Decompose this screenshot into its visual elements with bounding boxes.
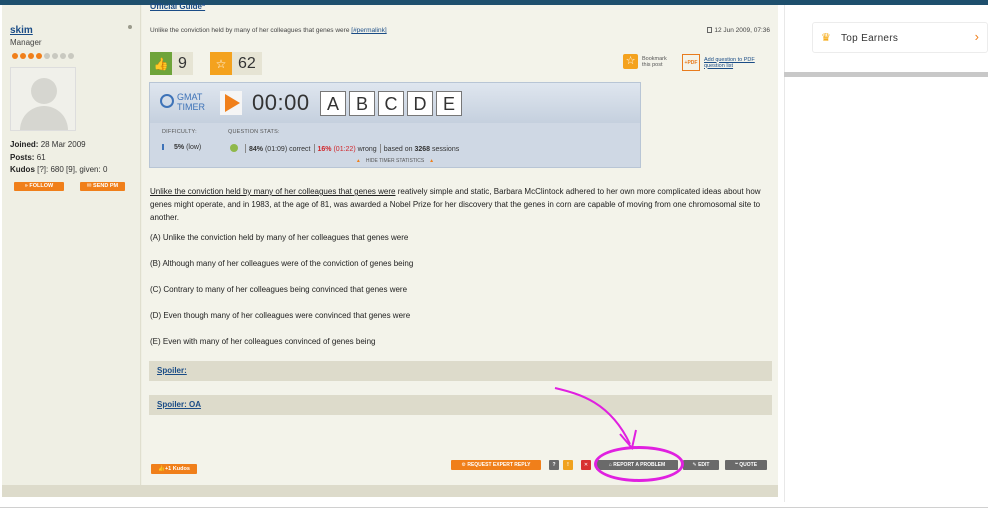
add-to-pdf[interactable]: +PDF Add question to PDF question list — [682, 54, 764, 71]
choice-d: (D) Even though many of her colleagues w… — [150, 311, 411, 320]
spoiler-oa-toggle[interactable]: Spoiler: OA — [157, 400, 201, 409]
question-stats-label: QUESTION STATS: — [228, 129, 280, 135]
permalink-link[interactable]: [#permalink] — [351, 27, 386, 34]
quote-button[interactable]: ❝ QUOTE — [725, 460, 767, 470]
gmat-timer: GMAT TIMER 00:00 A B C D E DIFFICULTY: Q… — [149, 82, 641, 168]
post-date: 12 Jun 2009, 07:36 — [707, 27, 770, 34]
send-pm-button[interactable]: ✉ SEND PM — [80, 182, 125, 191]
question-text: Unlike the conviction held by many of he… — [150, 187, 761, 222]
posts-stat: Posts: 61 — [10, 153, 46, 162]
add-to-pdf-link[interactable]: Add question to PDF question list — [704, 57, 764, 69]
kudos-button[interactable]: 👍+1 Kudos — [151, 464, 197, 474]
author-username[interactable]: skim — [10, 25, 33, 36]
difficulty-value: 5% (low) — [162, 144, 201, 151]
timer-display: 00:00 — [252, 90, 310, 115]
crown-icon: ♛ — [821, 32, 831, 44]
question-stats-value: 84% (01:09) correct 16% (01:22) wrong base… — [230, 144, 459, 153]
joined-stat: Joined: 28 Mar 2009 — [10, 140, 86, 149]
edit-button[interactable]: ✎ EDIT — [683, 460, 719, 470]
gmat-timer-logo: GMAT TIMER — [160, 90, 205, 116]
timer-statistics: DIFFICULTY: QUESTION STATS: 5% (low) 84%… — [150, 123, 640, 167]
post-body: Official Guide* Unlike the conviction he… — [142, 2, 778, 485]
likes-counter[interactable]: 👍 9 — [150, 52, 193, 75]
bookmark-star-icon: ☆ — [623, 54, 638, 69]
answer-c-button[interactable]: C — [378, 91, 404, 116]
thumbs-up-icon: 👍 — [150, 52, 172, 75]
difficulty-bars-icon — [162, 144, 172, 150]
annotation-circle — [594, 446, 684, 482]
choice-a: (A) Unlike the conviction held by many o… — [150, 233, 409, 242]
document-icon — [707, 27, 713, 33]
chevron-right-icon: › — [974, 29, 979, 44]
avatar[interactable] — [10, 67, 76, 131]
top-earners-label: Top Earners — [841, 33, 899, 44]
choice-c: (C) Contrary to many of her colleagues b… — [150, 285, 408, 294]
author-sidebar: skim Manager Joined: 28 Mar 2009 Posts: … — [2, 5, 141, 485]
kudos-stat: Kudos [?]: 680 [9], given: 0 — [10, 165, 108, 174]
author-role: Manager — [10, 38, 42, 47]
choice-e: (E) Even with many of her colleagues con… — [150, 337, 376, 346]
answer-d-button[interactable]: D — [407, 91, 433, 116]
spoiler-box: Spoiler: — [149, 361, 772, 381]
play-button[interactable] — [220, 91, 242, 115]
page-bottom-line — [0, 507, 988, 508]
difficulty-label: DIFFICULTY: — [162, 129, 197, 135]
pdf-icon: +PDF — [682, 54, 700, 71]
stats-pie-icon — [230, 144, 238, 152]
follow-button[interactable]: » FOLLOW — [14, 182, 64, 191]
rank-dots — [12, 53, 74, 59]
top-earners-card[interactable]: ♛ Top Earners › — [812, 22, 988, 53]
choice-b: (B) Although many of her colleagues were… — [150, 259, 414, 268]
post-subject: Unlike the conviction held by many of he… — [150, 27, 387, 34]
post-footer-bar — [2, 485, 778, 497]
favorites-counter[interactable]: ☆ 62 — [210, 52, 262, 75]
online-status-icon — [128, 25, 132, 29]
answer-e-button[interactable]: E — [436, 91, 462, 116]
request-expert-reply-button[interactable]: ⚙ REQUEST EXPERT REPLY — [451, 460, 541, 470]
official-guide-link[interactable]: Official Guide* — [150, 2, 205, 11]
right-column-border — [784, 5, 785, 502]
forum-post: skim Manager Joined: 28 Mar 2009 Posts: … — [2, 2, 778, 485]
spoiler-toggle[interactable]: Spoiler: — [157, 366, 187, 375]
answer-a-button[interactable]: A — [320, 91, 346, 116]
right-divider — [784, 72, 988, 77]
stopwatch-icon — [160, 94, 174, 108]
spoiler-oa-box: Spoiler: OA — [149, 395, 772, 415]
bookmark-button[interactable]: ☆ Bookmark this post — [623, 54, 674, 69]
answer-b-button[interactable]: B — [349, 91, 375, 116]
hide-timer-stats[interactable]: ▲ HIDE TIMER STATISTICS ▲ — [150, 158, 640, 164]
star-icon: ☆ — [210, 52, 232, 75]
answer-choices: A B C D E — [320, 91, 462, 116]
